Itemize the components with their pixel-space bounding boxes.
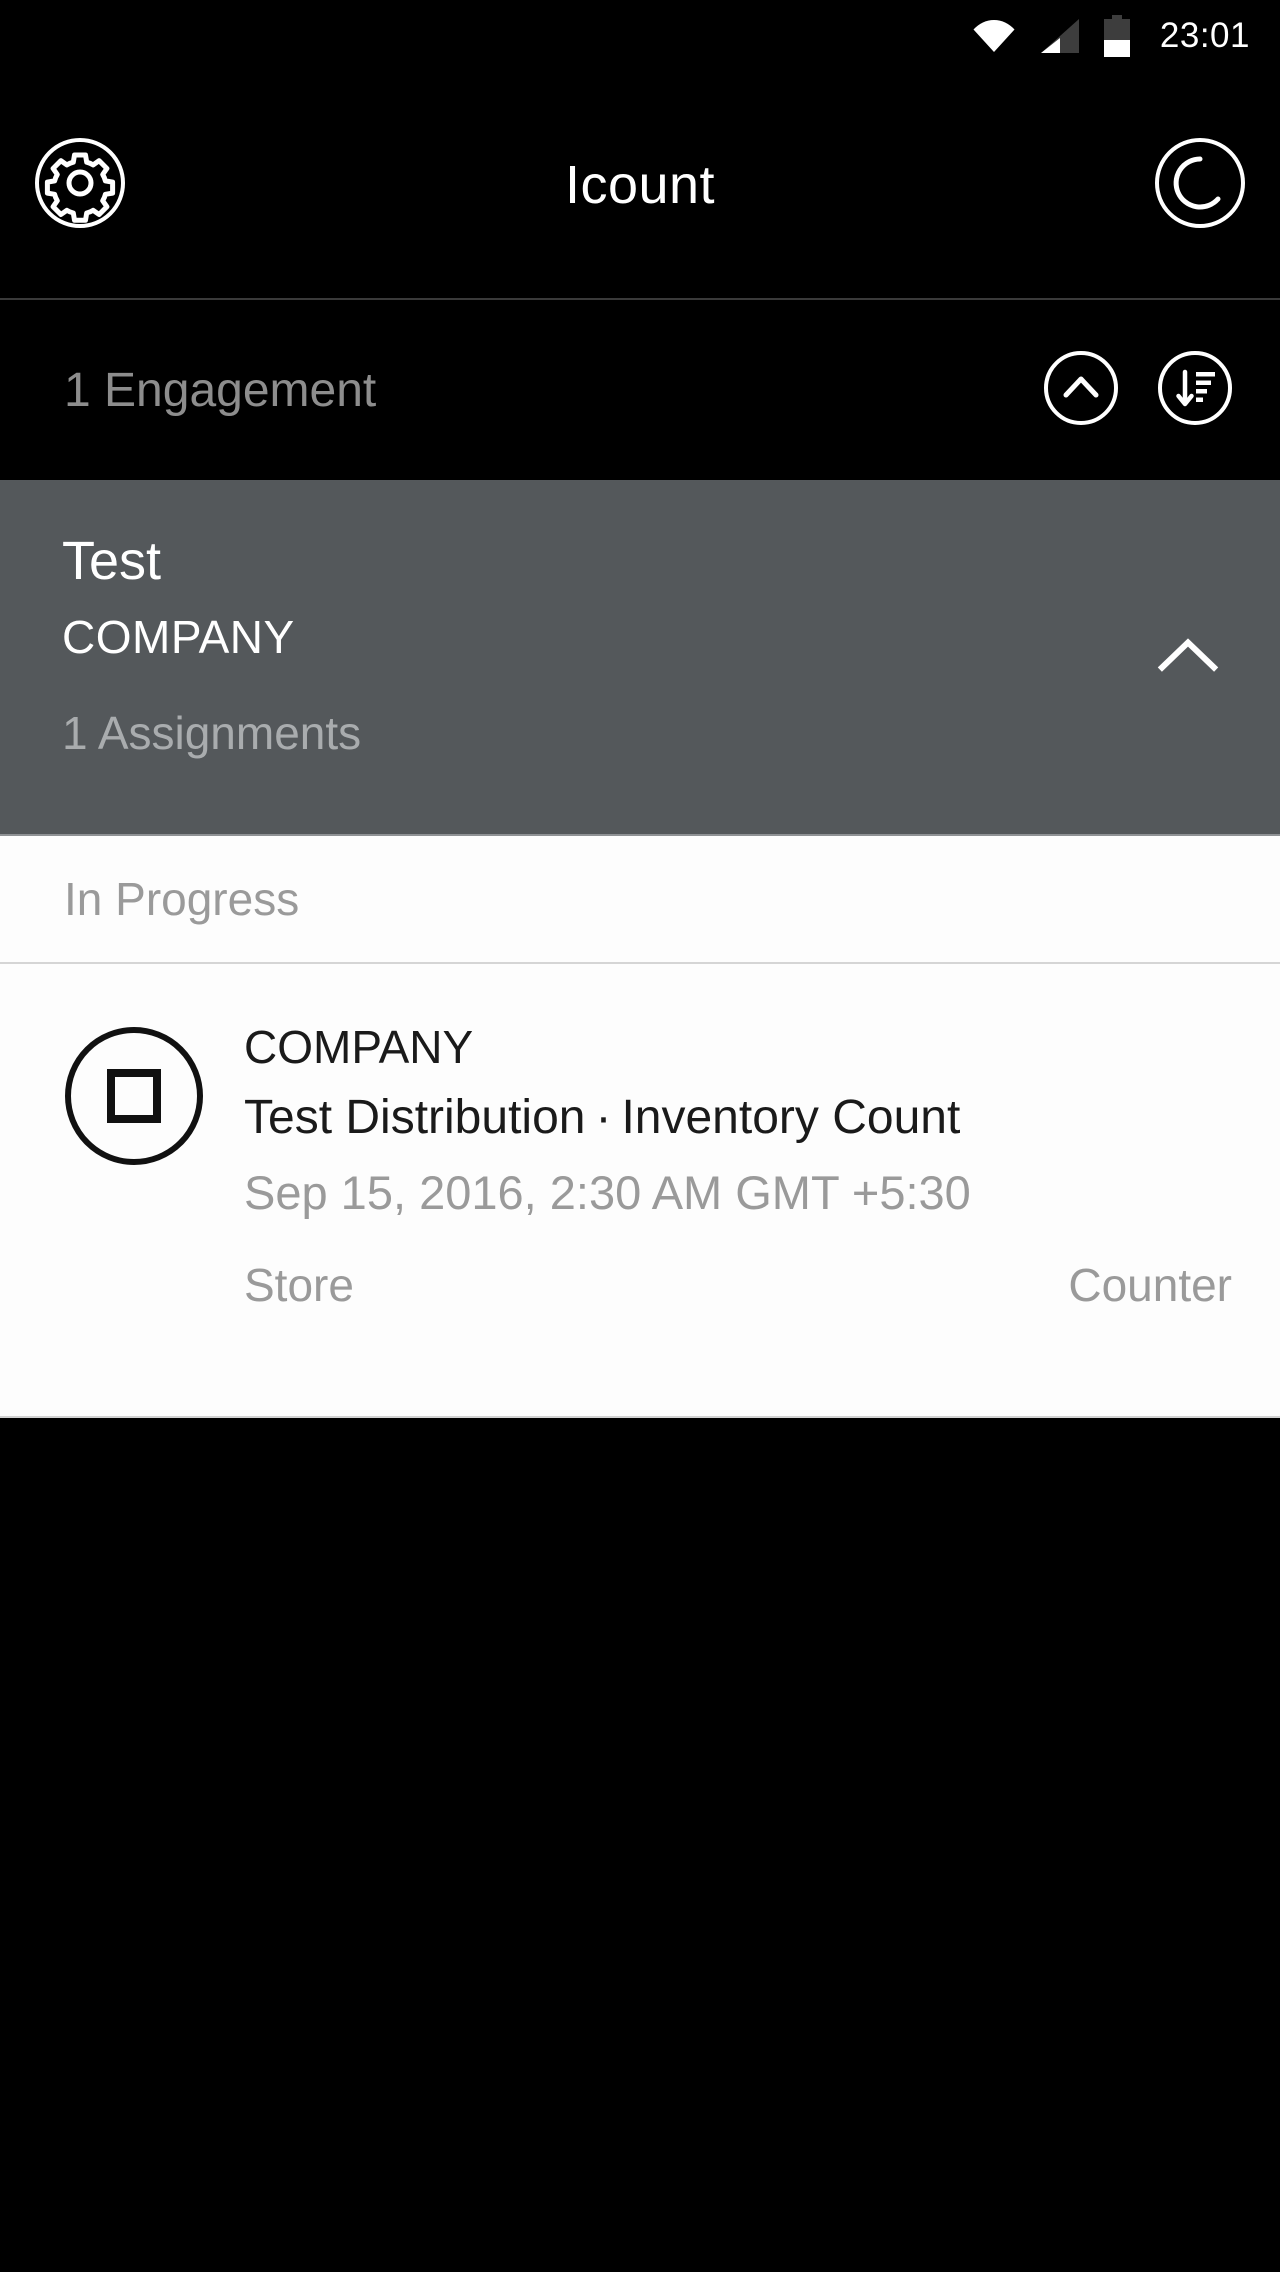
section-header-in-progress: In Progress xyxy=(0,836,1280,964)
cellular-signal-icon xyxy=(1038,18,1080,54)
engagement-card[interactable]: Test COMPANY 1 Assignments xyxy=(0,480,1280,836)
page-title: Icount xyxy=(564,155,716,215)
assignment-distribution: Test Distribution xyxy=(244,1091,586,1145)
app-screen: 23:01 Icount 1 Engagement Test COMPANY 1… xyxy=(0,0,1280,2272)
status-bar-time: 23:01 xyxy=(1159,16,1250,55)
engagement-assignments-count: 1 Assignments xyxy=(62,706,362,759)
engagement-subtitle: COMPANY xyxy=(62,610,295,663)
chevron-up-icon[interactable] xyxy=(1156,635,1220,680)
battery-icon xyxy=(1102,15,1132,57)
assignment-footer: Store Counter xyxy=(244,1258,1232,1312)
engagement-title: Test xyxy=(62,531,162,591)
assignment-details: COMPANY Test Distribution · Inventory Coun… xyxy=(244,1020,1232,1416)
assignment-location: Store xyxy=(244,1259,354,1312)
engagement-header: 1 Engagement xyxy=(0,300,1280,480)
assignment-list-item[interactable]: COMPANY Test Distribution · Inventory Coun… xyxy=(0,964,1280,1418)
status-bar: 23:01 xyxy=(0,0,1280,72)
engagement-count-label: 1 Engagement xyxy=(64,363,377,417)
engagement-header-actions xyxy=(1044,350,1232,430)
assignment-description: Test Distribution · Inventory Count xyxy=(244,1090,1232,1147)
assignment-company: COMPANY xyxy=(244,1021,474,1073)
assignment-role: Counter xyxy=(1068,1259,1232,1312)
wifi-icon xyxy=(972,19,1016,53)
app-bar: Icount xyxy=(0,72,1280,300)
empty-area xyxy=(0,1418,1280,2272)
sort-descending-icon[interactable] xyxy=(1158,350,1232,430)
content-area: In Progress COMPANY Test Distribution · In… xyxy=(0,836,1280,1418)
assignment-count-type: Inventory Count xyxy=(621,1091,961,1145)
assignment-separator: · xyxy=(595,1091,612,1145)
stop-square-circle-icon[interactable] xyxy=(64,1020,204,1416)
assignment-datetime: Sep 15, 2016, 2:30 AM GMT +5:30 xyxy=(244,1165,971,1219)
chevron-up-circle-icon[interactable] xyxy=(1044,350,1118,430)
